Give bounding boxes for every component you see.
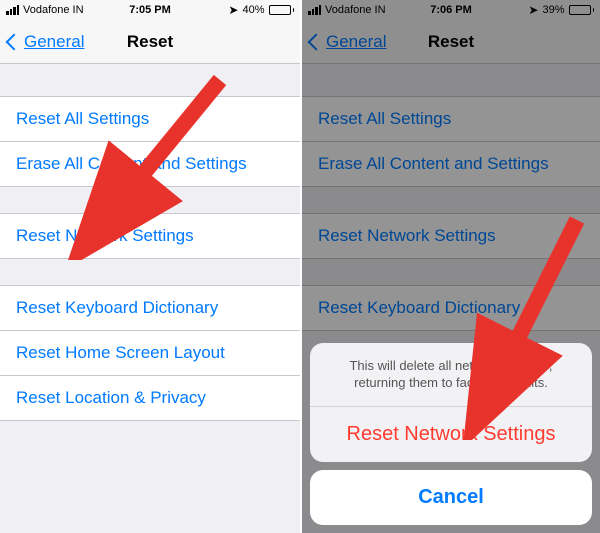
- sheet-message: This will delete all network settings, r…: [310, 343, 592, 407]
- confirm-reset-button[interactable]: Reset Network Settings: [310, 407, 592, 462]
- reset-keyboard-dictionary-button[interactable]: Reset Keyboard Dictionary: [0, 286, 300, 331]
- page-title: Reset: [127, 32, 173, 52]
- screen-reset-settings: Vodafone IN 7:05 PM ➤ 40% General Reset …: [0, 0, 300, 533]
- reset-location-privacy-button[interactable]: Reset Location & Privacy: [0, 376, 300, 420]
- clock: 7:05 PM: [129, 4, 171, 16]
- cancel-button[interactable]: Cancel: [310, 470, 592, 525]
- action-sheet: This will delete all network settings, r…: [310, 343, 592, 525]
- back-label: General: [24, 32, 84, 52]
- battery-percent: 40%: [242, 4, 264, 16]
- reset-all-settings-button[interactable]: Reset All Settings: [0, 97, 300, 142]
- battery-icon: [269, 5, 295, 15]
- reset-home-screen-button[interactable]: Reset Home Screen Layout: [0, 331, 300, 376]
- screen-confirm-dialog: Vodafone IN 7:06 PM ➤ 39% General Reset …: [300, 0, 600, 533]
- statusbar: Vodafone IN 7:05 PM ➤ 40%: [0, 0, 300, 20]
- location-icon: ➤: [228, 3, 238, 17]
- navbar: General Reset: [0, 20, 300, 64]
- settings-group-2: Reset Network Settings: [0, 213, 300, 259]
- settings-group-3: Reset Keyboard Dictionary Reset Home Scr…: [0, 285, 300, 421]
- settings-group-1: Reset All Settings Erase All Content and…: [0, 96, 300, 187]
- reset-network-settings-button[interactable]: Reset Network Settings: [0, 214, 300, 258]
- back-button[interactable]: General: [8, 32, 84, 52]
- carrier: Vodafone IN: [23, 4, 84, 16]
- chevron-left-icon: [6, 33, 23, 50]
- signal-icon: [6, 5, 19, 15]
- erase-all-content-button[interactable]: Erase All Content and Settings: [0, 142, 300, 186]
